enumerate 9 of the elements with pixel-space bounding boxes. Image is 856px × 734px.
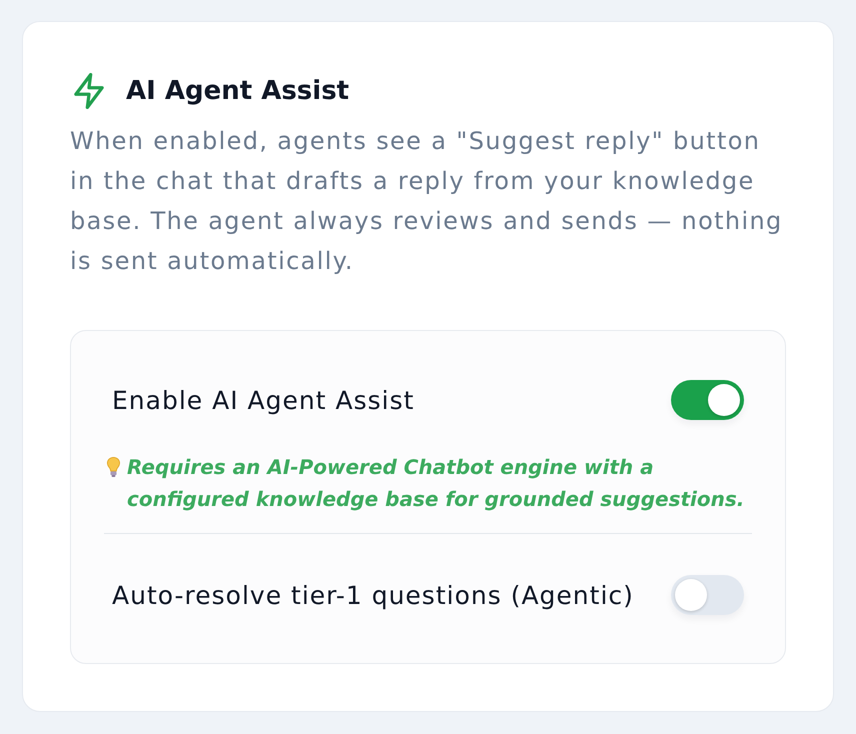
lightbulb-icon [107, 457, 120, 477]
hint-text: Requires an AI-Powered Chatbot engine with a configured knowledge base for grounded suggestions. [127, 454, 746, 513]
card-title: AI Agent Assist [126, 75, 350, 108]
setting-label: Auto-resolve tier-1 questions (Agentic) [112, 580, 634, 610]
card-description: When enabled, agents see a "Suggest reply" button in the chat that drafts a reply from your knowledge base. The agent always reviews and sends — nothing is sent automatically. [70, 126, 784, 277]
setting-label: Enable AI Agent Assist [112, 386, 414, 414]
lightning-bolt-icon [73, 73, 105, 109]
toggle-switch[interactable] [671, 575, 744, 615]
toggle-switch[interactable] [671, 380, 744, 420]
